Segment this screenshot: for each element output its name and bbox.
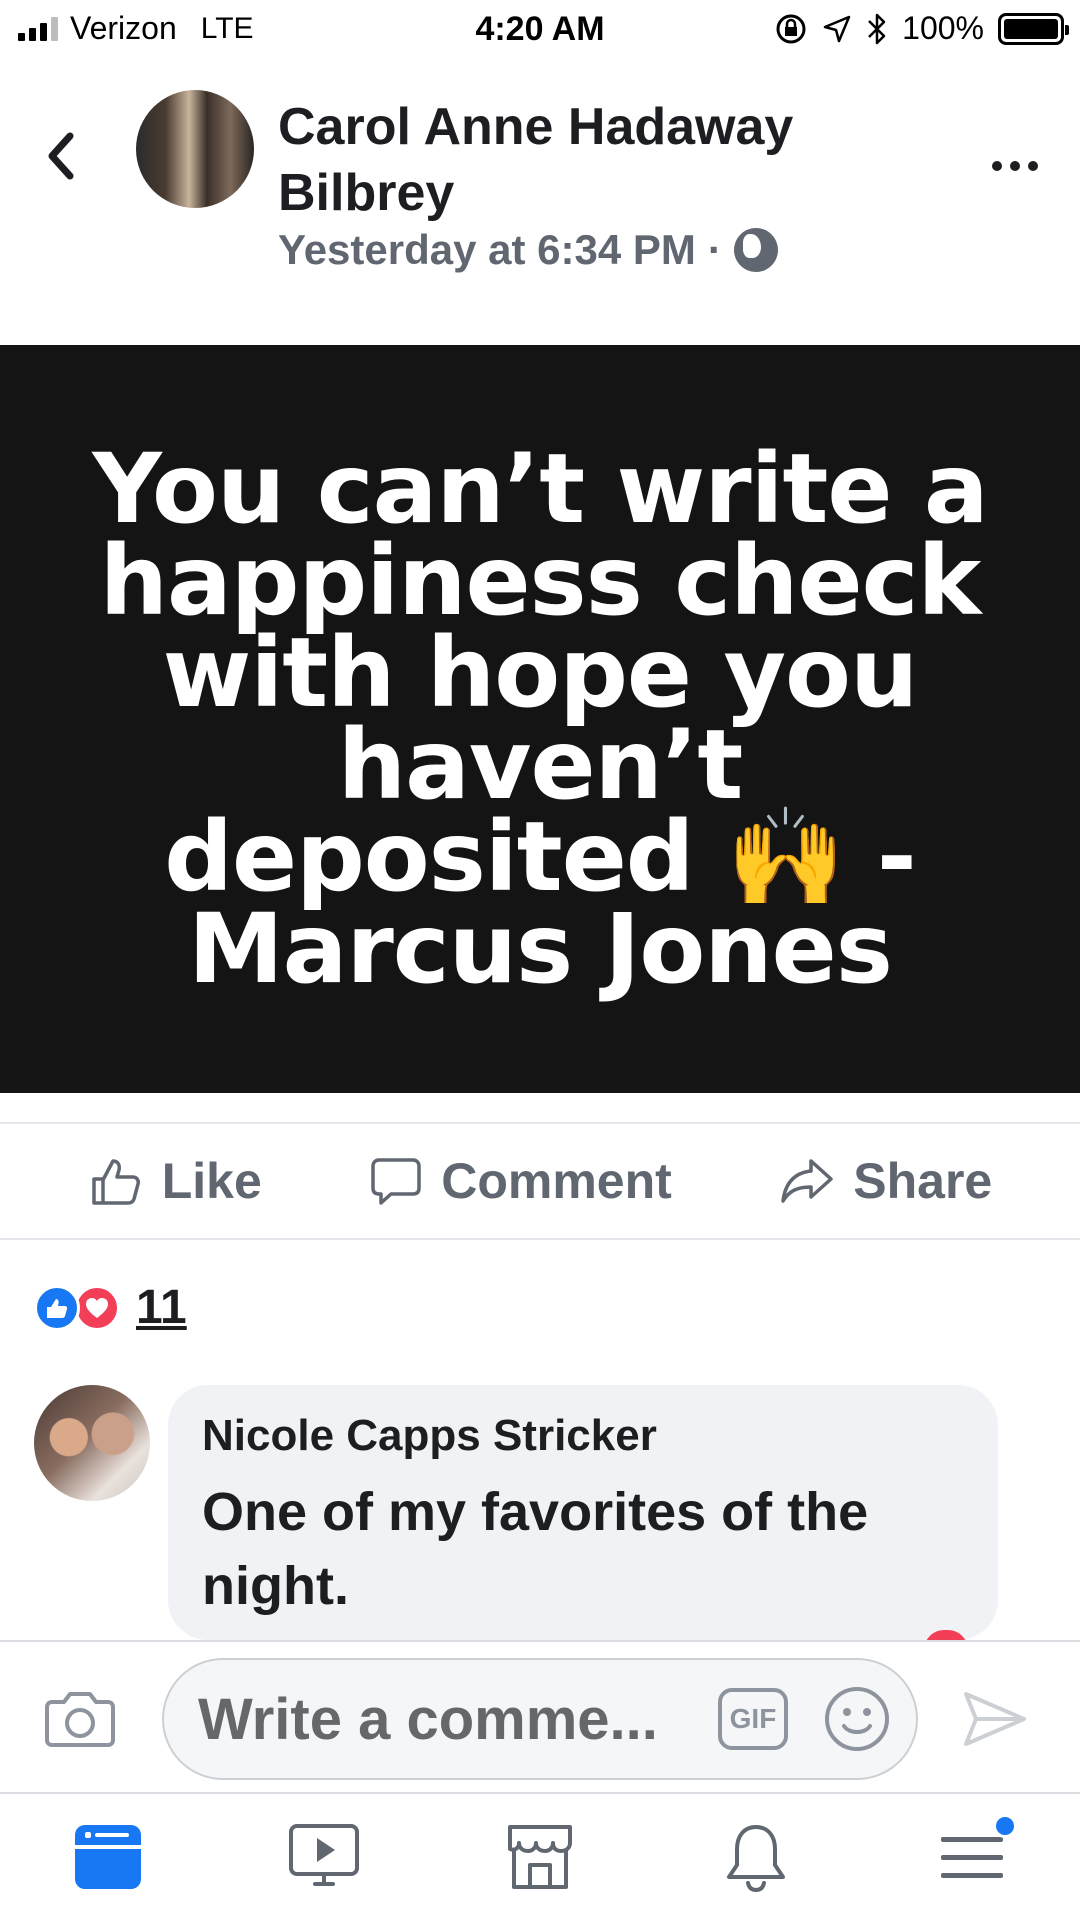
more-options-button[interactable] (990, 130, 1040, 185)
more-dots-icon (992, 161, 1038, 171)
reaction-count[interactable]: 11 (136, 1280, 187, 1335)
back-button[interactable] (40, 126, 90, 186)
news-feed-icon (75, 1825, 141, 1889)
comment-label: Comment (441, 1153, 672, 1209)
comment-input[interactable]: Write a comme... GIF (162, 1658, 918, 1780)
like-reaction-icon (34, 1284, 80, 1331)
bottom-nav (0, 1794, 1080, 1920)
quote-line: You can’t write a (92, 433, 988, 545)
like-button[interactable]: Like (88, 1152, 262, 1210)
post-action-bar: Like Comment Share (0, 1122, 1080, 1240)
comment-input-placeholder: Write a comme... (198, 1686, 658, 1752)
share-label: Share (853, 1153, 993, 1209)
battery-percent: 100% (902, 10, 984, 46)
reactions-summary[interactable]: 11 (34, 1280, 187, 1335)
emoji-button[interactable] (822, 1684, 892, 1754)
post-meta: Yesterday at 6:34 PM · (278, 226, 778, 274)
chevron-left-icon (48, 132, 74, 180)
watch-icon (289, 1824, 359, 1886)
status-right: 100% (774, 10, 1069, 47)
nav-notifications[interactable] (711, 1812, 801, 1902)
quote-line: Marcus Jones (188, 893, 893, 1005)
post-image[interactable]: You can’t write a happiness check with h… (0, 345, 1080, 1093)
menu-notification-dot (993, 1814, 1017, 1838)
nav-watch[interactable] (279, 1812, 369, 1902)
marketplace-icon (508, 1825, 572, 1889)
commenter-avatar[interactable] (34, 1385, 150, 1501)
comment-bubble[interactable]: Nicole Capps Stricker One of my favorite… (168, 1385, 998, 1640)
quote-line: with hope you (162, 617, 919, 729)
post-header: Carol Anne Hadaway Bilbrey Yesterday at … (0, 60, 1080, 345)
comment-composer: Write a comme... GIF (0, 1640, 1080, 1794)
quote-line: deposited 🙌 - (164, 801, 916, 913)
gif-button[interactable]: GIF (718, 1688, 788, 1750)
quote-text: You can’t write a happiness check with h… (60, 433, 1020, 1005)
nav-menu[interactable] (927, 1812, 1017, 1902)
battery-icon (998, 12, 1069, 45)
orientation-lock-icon (776, 14, 806, 43)
post-author-name[interactable]: Carol Anne Hadaway Bilbrey (278, 94, 878, 226)
thumbs-up-icon (91, 1159, 140, 1205)
post-timestamp[interactable]: Yesterday at 6:34 PM (278, 226, 696, 274)
share-arrow-icon (781, 1159, 834, 1203)
notifications-icon (727, 1825, 785, 1893)
share-button[interactable]: Share (779, 1152, 992, 1210)
camera-icon (45, 1692, 115, 1747)
comment-bubble-icon (371, 1158, 421, 1205)
menu-icon (941, 1837, 1003, 1878)
comment-button[interactable]: Comment (369, 1152, 672, 1210)
nav-news-feed[interactable] (63, 1812, 153, 1902)
location-icon (823, 15, 851, 42)
comment-text: One of my favorites of the night. (202, 1482, 869, 1616)
nav-marketplace[interactable] (495, 1812, 585, 1902)
quote-line: happiness check (99, 525, 982, 637)
camera-button[interactable] (44, 1688, 116, 1748)
comment-author[interactable]: Nicole Capps Stricker (202, 1411, 964, 1461)
send-arrow-icon (964, 1692, 1026, 1746)
quote-line: haven’t (337, 709, 744, 821)
meta-separator: · (707, 226, 722, 273)
smiley-icon (825, 1687, 889, 1751)
like-label: Like (161, 1153, 262, 1209)
author-avatar[interactable] (136, 90, 254, 208)
send-button[interactable] (960, 1684, 1030, 1754)
globe-icon (733, 228, 778, 272)
bluetooth-icon (868, 13, 886, 44)
status-bar: Verizon LTE 4:20 AM 100% (0, 0, 1080, 60)
love-reaction-icon (74, 1284, 120, 1331)
